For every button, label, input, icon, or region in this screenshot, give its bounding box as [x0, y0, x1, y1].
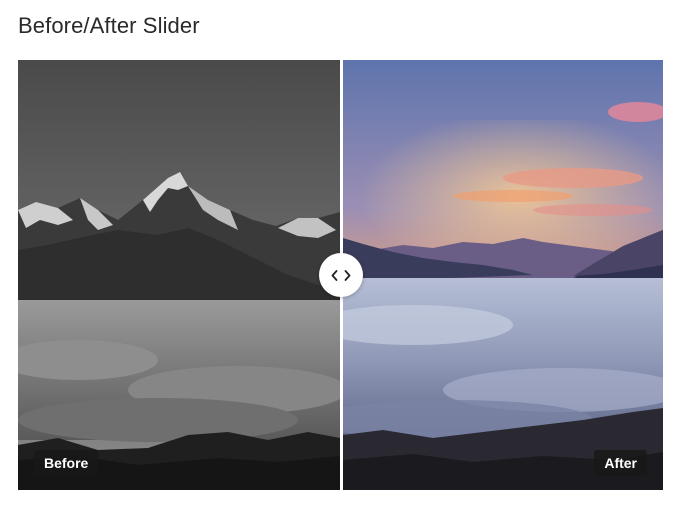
left-right-chevrons-icon — [331, 269, 351, 281]
page-title: Before/After Slider — [18, 13, 200, 38]
chevron-right-icon — [344, 269, 351, 281]
before-image — [18, 60, 340, 490]
before-after-slider[interactable]: Before After — [18, 60, 663, 490]
after-image — [343, 60, 663, 490]
chevron-left-icon — [331, 269, 338, 281]
before-photo — [18, 60, 340, 490]
after-photo — [343, 60, 663, 490]
slider-handle[interactable] — [319, 253, 363, 297]
after-label: After — [594, 450, 647, 476]
before-label: Before — [34, 450, 99, 476]
